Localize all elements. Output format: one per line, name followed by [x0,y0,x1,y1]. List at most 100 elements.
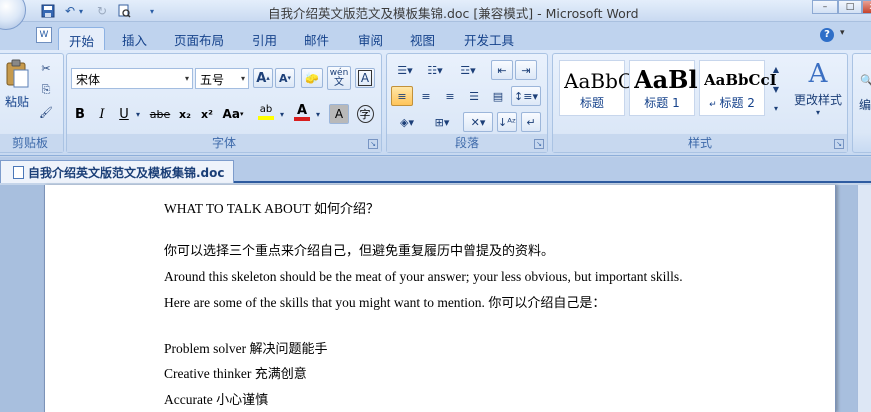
align-right-icon[interactable]: ≡ [439,86,461,106]
font-color-label: A [296,102,308,118]
find-icon[interactable]: 🔍 [857,68,871,92]
doc-line-heading-en: WHAT TO TALK ABOUT [164,201,314,216]
styles-group: AaBbC 标题 AaBl 标题 1 AaBbCcI ↵ 标题 2 ▲ ▼ ▾ … [552,53,848,153]
style-heading-1-sample: AaBl [634,65,698,94]
paragraph-dialog-launcher[interactable]: ↘ [534,139,544,149]
maximize-button[interactable]: □ [838,0,862,14]
paste-button[interactable]: 粘贴 [3,58,31,122]
justify-icon[interactable]: ☰ [463,86,485,106]
doc-line-skills: Here are some of the skills that you mig… [164,292,605,311]
minimize-button[interactable]: – [812,0,838,14]
doc-line-creative-thinker-en: Creative thinker [164,366,255,381]
align-left-icon[interactable]: ≡ [391,86,413,106]
paragraph-group-label: 段落 [387,134,547,152]
superscript-button[interactable]: x² [197,104,217,124]
style-title-sample: AaBbC [564,69,634,93]
change-case-button[interactable]: Aa ▾ [221,104,245,124]
font-group-label: 字体 [67,134,381,152]
redo-icon[interactable]: ↻ [92,2,112,20]
align-center-icon[interactable]: ≡ [415,86,437,106]
chinese-layout-icon[interactable]: ✕▾ [463,112,493,132]
editing-label[interactable]: 编 [853,94,871,114]
font-color-button[interactable]: A [291,102,313,122]
print-preview-icon[interactable] [114,2,134,20]
font-dialog-launcher[interactable]: ↘ [368,139,378,149]
italic-button[interactable]: I [93,104,111,124]
grow-font-button[interactable]: A ▴ [253,68,273,88]
clipboard-group: 粘贴 ✂ ⎘ 🖌 剪贴板 [0,53,64,153]
window-title: 自我介绍英文版范文及模板集锦.doc [兼容模式] - Microsoft Wo… [268,6,639,21]
style-heading-2-name: ↵ 标题 2 [709,96,755,110]
font-size-combo[interactable]: 五号 ▾ [195,68,249,89]
enclose-characters-button[interactable]: 字 [355,104,375,124]
format-painter-icon[interactable]: 🖌 [37,102,55,122]
ribbon-options-icon[interactable]: ▾ [840,28,845,38]
shading-icon[interactable]: ◈▾ [391,112,423,132]
decrease-indent-icon[interactable]: ⇤ [491,60,513,80]
highlight-dropdown-icon[interactable]: ▾ [277,104,287,124]
styles-more-icon[interactable]: ▾ [769,100,783,116]
tab-mailings[interactable]: 邮件 [294,27,339,50]
underline-button[interactable]: U [115,104,133,124]
bold-button[interactable]: B [71,104,89,124]
subscript-button[interactable]: x₂ [175,104,195,124]
copy-icon[interactable]: ⎘ [37,80,55,100]
help-icon[interactable]: ? [820,28,834,42]
strikethrough-button[interactable]: abe [147,104,173,124]
underline-dropdown-icon[interactable]: ▾ [133,104,143,124]
document-tab[interactable]: 自我介绍英文版范文及模板集锦.doc [0,160,234,183]
sort-icon[interactable]: ↓ᴬᶻ [497,112,517,132]
change-styles-dropdown-icon: ▾ [815,108,820,117]
font-name-dropdown-icon[interactable]: ▾ [185,74,189,83]
font-color-dropdown-icon[interactable]: ▾ [313,104,323,124]
paste-icon [6,59,29,88]
shrink-font-button[interactable]: A ▾ [275,68,295,88]
character-shading-button[interactable]: A [329,104,349,124]
numbering-icon[interactable]: ☷▾ [421,60,449,80]
vertical-scrollbar[interactable] [857,185,871,412]
tab-insert[interactable]: 插入 [112,27,157,50]
tab-view[interactable]: 视图 [400,27,445,50]
close-button[interactable]: x [862,0,871,14]
styles-scroll-up-icon[interactable]: ▲ [769,60,783,78]
bullets-icon[interactable]: ☰▾ [391,60,419,80]
show-marks-icon[interactable]: ↵ [521,112,541,132]
doc-line-problem-solver-en: Problem solver [164,341,250,356]
style-heading-1-name: 标题 1 [644,96,680,110]
multilevel-list-icon[interactable]: ☲▾ [451,60,485,80]
clear-formatting-icon[interactable]: 🧽 [301,68,323,88]
tab-developer[interactable]: 开发工具 [454,27,524,50]
doc-line-creative-thinker-cn: 充满创意 [254,367,307,382]
document-page[interactable]: WHAT TO TALK ABOUT 如何介绍？ 你可以选择三个重点来介绍自己，… [44,185,836,412]
cut-icon[interactable]: ✂ [37,58,55,78]
font-color-swatch [294,116,310,121]
document-tab-bar: 自我介绍英文版范文及模板集锦.doc [0,157,871,183]
phonetic-guide-button[interactable]: wén 文 [327,66,351,90]
tab-references[interactable]: 引用 [242,27,287,50]
character-border-button[interactable]: A [355,68,375,88]
tab-page-layout[interactable]: 页面布局 [164,27,234,50]
tab-review[interactable]: 审阅 [348,27,393,50]
line-spacing-icon[interactable]: ↕≡▾ [511,86,541,106]
borders-icon[interactable]: ⊞▾ [427,112,457,132]
editing-group: 🔍 编 [852,53,871,153]
font-size-dropdown-icon[interactable]: ▾ [241,74,245,83]
styles-dialog-launcher[interactable]: ↘ [834,139,844,149]
change-styles-button[interactable]: A 更改样式 ▾ [791,56,845,122]
text-highlight-button[interactable]: ab [255,102,277,122]
increase-indent-icon[interactable]: ⇥ [515,60,537,80]
style-heading-1[interactable]: AaBl 标题 1 [629,60,698,116]
styles-scroll-down-icon[interactable]: ▼ [769,80,783,98]
save-icon[interactable] [38,2,58,20]
style-title[interactable]: AaBbC 标题 [559,60,633,116]
customize-qat-icon[interactable]: ▾ [146,2,158,20]
undo-dropdown-icon[interactable]: ▾ [76,2,86,20]
document-icon: W [36,27,52,43]
change-case-label: Aa [222,107,240,121]
title-bar: ↶ ▾ ↻ ▾ 自我介绍英文版范文及模板集锦.doc [兼容模式] - Micr… [0,0,871,30]
font-name-value: 宋体 [76,73,101,87]
tab-home[interactable]: 开始 [58,27,106,50]
distributed-icon[interactable]: ▤ [487,86,509,106]
style-heading-2[interactable]: AaBbCcI ↵ 标题 2 [699,60,777,116]
font-name-combo[interactable]: 宋体 ▾ [71,68,193,89]
